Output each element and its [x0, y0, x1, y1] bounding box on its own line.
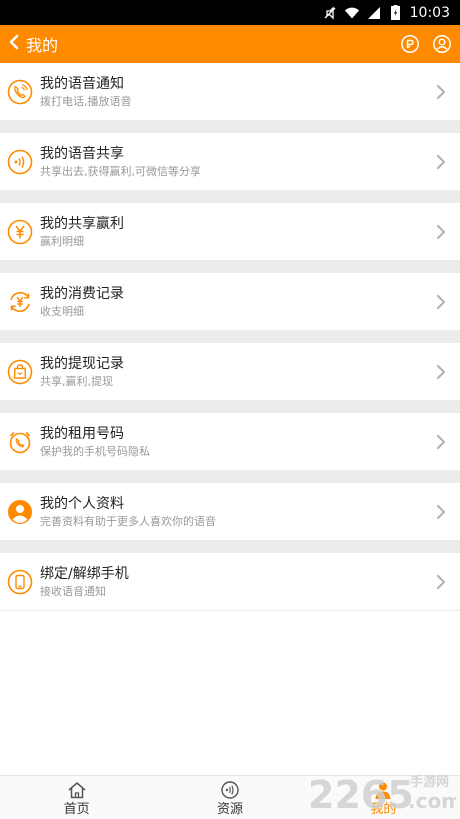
menu-item-personal-profile[interactable]: 我的个人资料 完善资料有助于更多人喜欢你的语音 [0, 483, 460, 540]
chevron-right-icon [432, 363, 450, 381]
item-subtitle: 共享出去,获得赢利,可微信等分享 [40, 164, 201, 178]
chevron-right-icon [432, 573, 450, 591]
mobile-icon [7, 569, 33, 595]
status-bar: 10:03 [0, 0, 460, 25]
item-title: 我的语音共享 [40, 145, 124, 162]
user-icon[interactable] [432, 34, 452, 54]
section-divider [0, 260, 460, 273]
nav-resources-label: 资源 [216, 801, 243, 817]
item-subtitle: 收支明细 [40, 304, 84, 318]
chevron-right-icon [432, 503, 450, 521]
item-title: 我的共享赢利 [40, 215, 124, 232]
chevron-right-icon [432, 153, 450, 171]
item-title: 我的个人资料 [40, 495, 124, 512]
item-subtitle: 保护我的手机号码隐私 [40, 444, 150, 458]
item-title: 我的消费记录 [40, 285, 124, 302]
section-divider [0, 470, 460, 483]
item-subtitle: 赢利明细 [40, 234, 84, 248]
page-title: 我的 [26, 36, 59, 55]
section-divider [0, 120, 460, 133]
menu-item-voice-notification[interactable]: 我的语音通知 拨打电话,播放语音 [0, 63, 460, 120]
wifi-icon [344, 5, 360, 21]
yuan-refresh-icon [7, 289, 33, 315]
chevron-right-icon [432, 293, 450, 311]
nav-me[interactable]: 我的 [307, 776, 460, 819]
nav-home[interactable]: 首页 [0, 776, 153, 819]
bag-icon [7, 359, 33, 385]
list-bottom-divider [0, 610, 460, 611]
app-header: 我的 [0, 25, 460, 63]
item-title: 绑定/解绑手机 [40, 565, 129, 582]
alarm-phone-icon [7, 429, 33, 455]
section-divider [0, 330, 460, 343]
chevron-left-icon [8, 34, 20, 54]
nav-home-label: 首页 [63, 801, 90, 817]
phone-voice-icon [7, 79, 33, 105]
mute-icon [322, 5, 338, 21]
me-icon [372, 779, 394, 801]
message-icon[interactable] [400, 34, 420, 54]
chevron-right-icon [432, 83, 450, 101]
status-time: 10:03 [409, 4, 450, 21]
back-button[interactable] [0, 25, 26, 63]
item-title: 我的语音通知 [40, 75, 124, 92]
menu-item-rented-numbers[interactable]: 我的租用号码 保护我的手机号码隐私 [0, 413, 460, 470]
item-subtitle: 完善资料有助于更多人喜欢你的语音 [40, 514, 216, 528]
item-subtitle: 共享,赢利,提现 [40, 374, 113, 388]
item-subtitle: 接收语音通知 [40, 584, 106, 598]
voice-share-icon [7, 149, 33, 175]
item-title: 我的提现记录 [40, 355, 124, 372]
menu-item-shared-profit[interactable]: 我的共享赢利 赢利明细 [0, 203, 460, 260]
resource-icon [219, 779, 241, 801]
menu-item-spending-records[interactable]: 我的消费记录 收支明细 [0, 273, 460, 330]
menu-item-voice-share[interactable]: 我的语音共享 共享出去,获得赢利,可微信等分享 [0, 133, 460, 190]
header-actions [400, 34, 460, 54]
item-title: 我的租用号码 [40, 425, 124, 442]
person-icon [7, 499, 33, 525]
section-divider [0, 540, 460, 553]
item-subtitle: 拨打电话,播放语音 [40, 94, 132, 108]
nav-resources[interactable]: 资源 [153, 776, 306, 819]
section-divider [0, 190, 460, 203]
menu-item-withdrawal-records[interactable]: 我的提现记录 共享,赢利,提现 [0, 343, 460, 400]
yuan-icon [7, 219, 33, 245]
home-icon [66, 779, 88, 801]
chevron-right-icon [432, 223, 450, 241]
section-divider [0, 400, 460, 413]
menu-item-bind-phone[interactable]: 绑定/解绑手机 接收语音通知 [0, 553, 460, 610]
battery-icon [388, 5, 404, 21]
menu-list: 我的语音通知 拨打电话,播放语音 我的语音共享 共享出去,获得赢利,可微信等分享… [0, 63, 460, 611]
signal-icon [366, 5, 382, 21]
nav-me-label: 我的 [370, 801, 397, 817]
chevron-right-icon [432, 433, 450, 451]
bottom-nav: 首页 资源 我的 [0, 775, 460, 819]
